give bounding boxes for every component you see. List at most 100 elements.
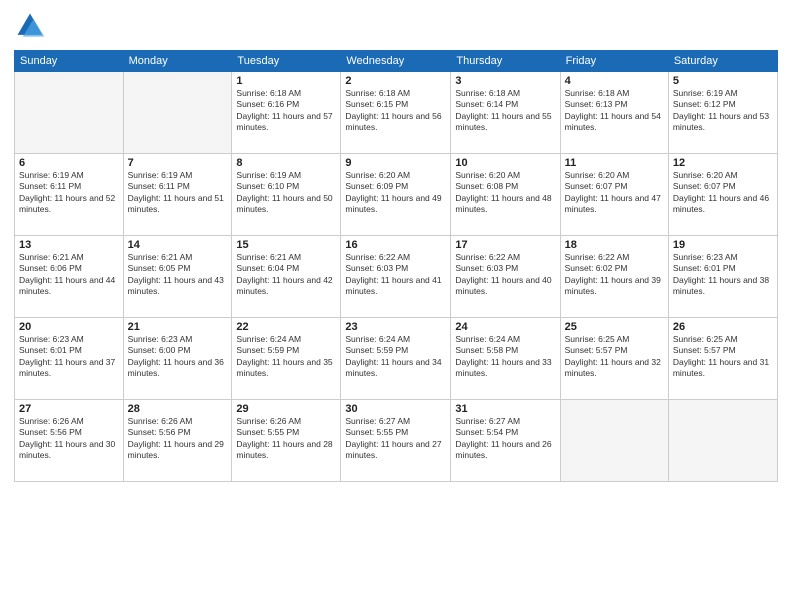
calendar-cell: 3Sunrise: 6:18 AMSunset: 6:14 PMDaylight…: [451, 72, 560, 154]
day-number: 6: [19, 157, 119, 169]
day-info: Sunrise: 6:24 AMSunset: 5:59 PMDaylight:…: [236, 334, 336, 380]
calendar-cell: 28Sunrise: 6:26 AMSunset: 5:56 PMDayligh…: [123, 400, 232, 482]
day-info: Sunrise: 6:27 AMSunset: 5:55 PMDaylight:…: [345, 416, 446, 462]
day-number: 1: [236, 75, 336, 87]
day-info: Sunrise: 6:18 AMSunset: 6:14 PMDaylight:…: [455, 88, 555, 134]
day-info: Sunrise: 6:19 AMSunset: 6:10 PMDaylight:…: [236, 170, 336, 216]
day-number: 28: [128, 403, 228, 415]
calendar-header-thursday: Thursday: [451, 51, 560, 72]
header: [14, 10, 778, 42]
day-info: Sunrise: 6:21 AMSunset: 6:04 PMDaylight:…: [236, 252, 336, 298]
day-number: 23: [345, 321, 446, 333]
day-info: Sunrise: 6:22 AMSunset: 6:03 PMDaylight:…: [455, 252, 555, 298]
calendar-header-sunday: Sunday: [15, 51, 124, 72]
calendar-cell: 16Sunrise: 6:22 AMSunset: 6:03 PMDayligh…: [341, 236, 451, 318]
day-info: Sunrise: 6:18 AMSunset: 6:16 PMDaylight:…: [236, 88, 336, 134]
calendar-header-monday: Monday: [123, 51, 232, 72]
day-info: Sunrise: 6:20 AMSunset: 6:08 PMDaylight:…: [455, 170, 555, 216]
calendar-cell: 31Sunrise: 6:27 AMSunset: 5:54 PMDayligh…: [451, 400, 560, 482]
calendar-cell: 30Sunrise: 6:27 AMSunset: 5:55 PMDayligh…: [341, 400, 451, 482]
day-number: 22: [236, 321, 336, 333]
day-info: Sunrise: 6:18 AMSunset: 6:15 PMDaylight:…: [345, 88, 446, 134]
calendar-cell: [15, 72, 124, 154]
calendar-week-4: 20Sunrise: 6:23 AMSunset: 6:01 PMDayligh…: [15, 318, 778, 400]
calendar-cell: 25Sunrise: 6:25 AMSunset: 5:57 PMDayligh…: [560, 318, 668, 400]
calendar-cell: 7Sunrise: 6:19 AMSunset: 6:11 PMDaylight…: [123, 154, 232, 236]
day-info: Sunrise: 6:19 AMSunset: 6:12 PMDaylight:…: [673, 88, 773, 134]
calendar-cell: 22Sunrise: 6:24 AMSunset: 5:59 PMDayligh…: [232, 318, 341, 400]
day-number: 3: [455, 75, 555, 87]
calendar-week-2: 6Sunrise: 6:19 AMSunset: 6:11 PMDaylight…: [15, 154, 778, 236]
calendar-week-1: 1Sunrise: 6:18 AMSunset: 6:16 PMDaylight…: [15, 72, 778, 154]
day-number: 29: [236, 403, 336, 415]
day-info: Sunrise: 6:23 AMSunset: 6:01 PMDaylight:…: [673, 252, 773, 298]
calendar-cell: 18Sunrise: 6:22 AMSunset: 6:02 PMDayligh…: [560, 236, 668, 318]
day-info: Sunrise: 6:23 AMSunset: 6:01 PMDaylight:…: [19, 334, 119, 380]
day-number: 18: [565, 239, 664, 251]
calendar-header-row: SundayMondayTuesdayWednesdayThursdayFrid…: [15, 51, 778, 72]
day-number: 12: [673, 157, 773, 169]
calendar-cell: 8Sunrise: 6:19 AMSunset: 6:10 PMDaylight…: [232, 154, 341, 236]
day-info: Sunrise: 6:24 AMSunset: 5:59 PMDaylight:…: [345, 334, 446, 380]
calendar-cell: 6Sunrise: 6:19 AMSunset: 6:11 PMDaylight…: [15, 154, 124, 236]
day-info: Sunrise: 6:20 AMSunset: 6:09 PMDaylight:…: [345, 170, 446, 216]
day-info: Sunrise: 6:25 AMSunset: 5:57 PMDaylight:…: [673, 334, 773, 380]
calendar-cell: 26Sunrise: 6:25 AMSunset: 5:57 PMDayligh…: [668, 318, 777, 400]
day-number: 11: [565, 157, 664, 169]
calendar-cell: 4Sunrise: 6:18 AMSunset: 6:13 PMDaylight…: [560, 72, 668, 154]
day-number: 19: [673, 239, 773, 251]
calendar-cell: [560, 400, 668, 482]
calendar-header-tuesday: Tuesday: [232, 51, 341, 72]
day-number: 15: [236, 239, 336, 251]
day-info: Sunrise: 6:25 AMSunset: 5:57 PMDaylight:…: [565, 334, 664, 380]
day-number: 17: [455, 239, 555, 251]
logo-icon: [14, 10, 46, 42]
day-info: Sunrise: 6:26 AMSunset: 5:55 PMDaylight:…: [236, 416, 336, 462]
calendar-header-wednesday: Wednesday: [341, 51, 451, 72]
calendar-cell: 12Sunrise: 6:20 AMSunset: 6:07 PMDayligh…: [668, 154, 777, 236]
day-info: Sunrise: 6:23 AMSunset: 6:00 PMDaylight:…: [128, 334, 228, 380]
day-info: Sunrise: 6:20 AMSunset: 6:07 PMDaylight:…: [565, 170, 664, 216]
calendar-cell: [123, 72, 232, 154]
day-number: 21: [128, 321, 228, 333]
day-number: 5: [673, 75, 773, 87]
calendar-cell: 20Sunrise: 6:23 AMSunset: 6:01 PMDayligh…: [15, 318, 124, 400]
calendar-cell: 2Sunrise: 6:18 AMSunset: 6:15 PMDaylight…: [341, 72, 451, 154]
day-info: Sunrise: 6:22 AMSunset: 6:02 PMDaylight:…: [565, 252, 664, 298]
day-info: Sunrise: 6:26 AMSunset: 5:56 PMDaylight:…: [128, 416, 228, 462]
page: SundayMondayTuesdayWednesdayThursdayFrid…: [0, 0, 792, 612]
calendar-cell: 24Sunrise: 6:24 AMSunset: 5:58 PMDayligh…: [451, 318, 560, 400]
day-number: 24: [455, 321, 555, 333]
calendar-week-3: 13Sunrise: 6:21 AMSunset: 6:06 PMDayligh…: [15, 236, 778, 318]
calendar-cell: [668, 400, 777, 482]
calendar-cell: 1Sunrise: 6:18 AMSunset: 6:16 PMDaylight…: [232, 72, 341, 154]
day-number: 7: [128, 157, 228, 169]
day-info: Sunrise: 6:18 AMSunset: 6:13 PMDaylight:…: [565, 88, 664, 134]
day-info: Sunrise: 6:21 AMSunset: 6:05 PMDaylight:…: [128, 252, 228, 298]
day-number: 14: [128, 239, 228, 251]
calendar-cell: 13Sunrise: 6:21 AMSunset: 6:06 PMDayligh…: [15, 236, 124, 318]
day-info: Sunrise: 6:24 AMSunset: 5:58 PMDaylight:…: [455, 334, 555, 380]
day-info: Sunrise: 6:26 AMSunset: 5:56 PMDaylight:…: [19, 416, 119, 462]
day-info: Sunrise: 6:21 AMSunset: 6:06 PMDaylight:…: [19, 252, 119, 298]
calendar-cell: 15Sunrise: 6:21 AMSunset: 6:04 PMDayligh…: [232, 236, 341, 318]
calendar-cell: 11Sunrise: 6:20 AMSunset: 6:07 PMDayligh…: [560, 154, 668, 236]
calendar-cell: 29Sunrise: 6:26 AMSunset: 5:55 PMDayligh…: [232, 400, 341, 482]
calendar-cell: 10Sunrise: 6:20 AMSunset: 6:08 PMDayligh…: [451, 154, 560, 236]
day-number: 10: [455, 157, 555, 169]
day-number: 27: [19, 403, 119, 415]
calendar-table: SundayMondayTuesdayWednesdayThursdayFrid…: [14, 50, 778, 482]
day-number: 13: [19, 239, 119, 251]
day-number: 16: [345, 239, 446, 251]
day-number: 9: [345, 157, 446, 169]
calendar-cell: 17Sunrise: 6:22 AMSunset: 6:03 PMDayligh…: [451, 236, 560, 318]
calendar-header-saturday: Saturday: [668, 51, 777, 72]
calendar-week-5: 27Sunrise: 6:26 AMSunset: 5:56 PMDayligh…: [15, 400, 778, 482]
day-info: Sunrise: 6:27 AMSunset: 5:54 PMDaylight:…: [455, 416, 555, 462]
day-number: 26: [673, 321, 773, 333]
day-number: 8: [236, 157, 336, 169]
day-number: 4: [565, 75, 664, 87]
calendar-cell: 19Sunrise: 6:23 AMSunset: 6:01 PMDayligh…: [668, 236, 777, 318]
day-info: Sunrise: 6:19 AMSunset: 6:11 PMDaylight:…: [19, 170, 119, 216]
calendar-cell: 27Sunrise: 6:26 AMSunset: 5:56 PMDayligh…: [15, 400, 124, 482]
